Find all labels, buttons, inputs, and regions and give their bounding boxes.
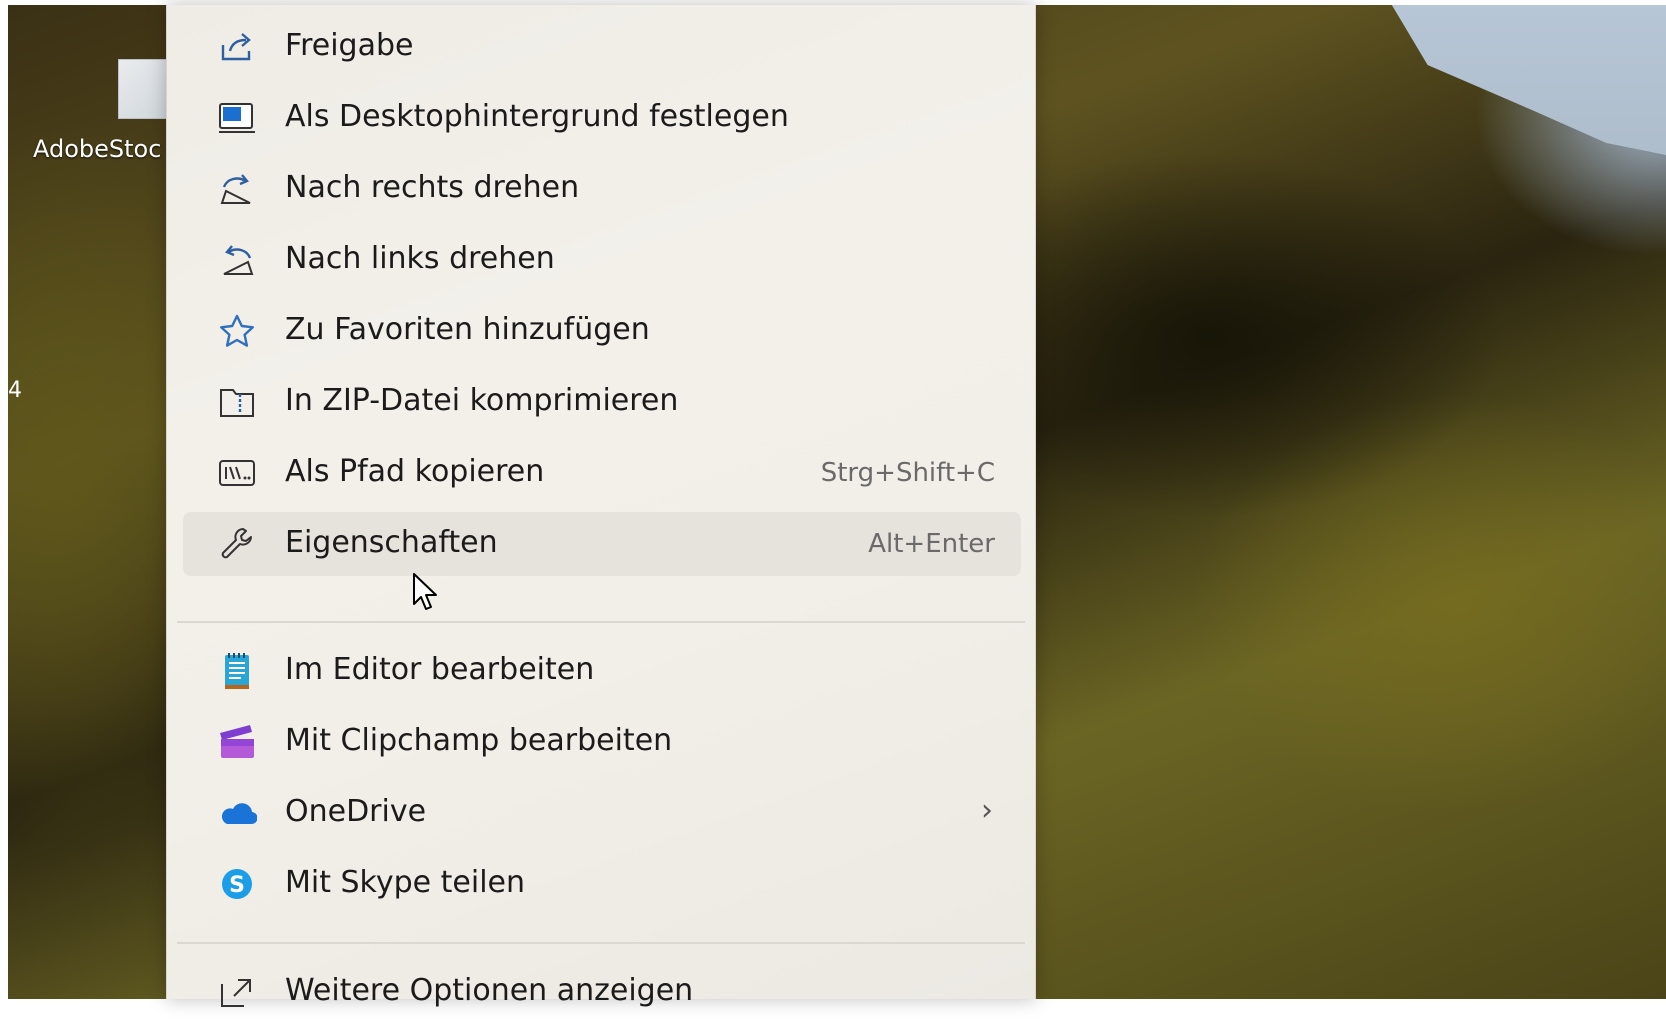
notepad-icon — [217, 653, 257, 689]
menu-item-share-with-skype[interactable]: S Mit Skype teilen — [183, 852, 1021, 916]
menu-item-onedrive[interactable]: OneDrive › — [183, 781, 1021, 845]
menu-item-label: Zu Favoriten hinzufügen — [285, 312, 650, 347]
menu-item-label: Freigabe — [285, 28, 414, 63]
desktop-icon-label[interactable]: AdobeStoc — [33, 135, 161, 163]
star-icon — [217, 313, 257, 349]
menu-item-properties[interactable]: Eigenschaften Alt+Enter — [183, 512, 1021, 576]
menu-item-shortcut: Alt+Enter — [868, 529, 995, 559]
share-icon — [217, 29, 257, 65]
menu-item-share[interactable]: Freigabe — [183, 15, 1021, 79]
menu-item-copy-as-path[interactable]: Als Pfad kopieren Strg+Shift+C — [183, 441, 1021, 505]
menu-item-rotate-left[interactable]: Nach links drehen — [183, 228, 1021, 292]
menu-item-label: Mit Skype teilen — [285, 865, 526, 900]
menu-separator — [177, 942, 1025, 944]
menu-item-edit-with-clipchamp[interactable]: Mit Clipchamp bearbeiten — [183, 710, 1021, 774]
menu-item-label: Eigenschaften — [285, 525, 498, 560]
menu-item-label: Als Pfad kopieren — [285, 454, 545, 489]
menu-item-show-more-options[interactable]: Weitere Optionen anzeigen — [183, 960, 1021, 1024]
mouse-cursor-icon — [412, 572, 440, 616]
image-thumbnail-icon — [118, 59, 172, 119]
desktop-file-icon[interactable] — [114, 59, 174, 119]
svg-text:S: S — [229, 873, 245, 898]
sky-area — [1391, 5, 1666, 155]
skype-icon: S — [217, 866, 257, 902]
menu-item-label: Mit Clipchamp bearbeiten — [285, 723, 673, 758]
rotate-left-icon — [217, 242, 257, 278]
menu-item-label: Als Desktophintergrund festlegen — [285, 99, 789, 134]
menu-item-edit-in-notepad[interactable]: Im Editor bearbeiten — [183, 639, 1021, 703]
more-options-icon — [217, 974, 257, 1010]
copy-path-icon — [217, 455, 257, 491]
zip-folder-icon — [217, 384, 257, 420]
desktop-edge-text: 4 — [8, 378, 22, 403]
wrench-icon — [217, 526, 257, 562]
menu-item-add-to-favorites[interactable]: Zu Favoriten hinzufügen — [183, 299, 1021, 363]
clipchamp-icon — [217, 724, 257, 760]
menu-item-set-desktop-background[interactable]: Als Desktophintergrund festlegen — [183, 86, 1021, 150]
menu-item-label: Weitere Optionen anzeigen — [285, 973, 694, 1008]
context-menu: Freigabe Als Desktophintergrund festlege… — [166, 5, 1036, 1008]
menu-separator — [177, 621, 1025, 623]
menu-item-shortcut: Strg+Shift+C — [820, 458, 995, 488]
rotate-right-icon — [217, 171, 257, 207]
menu-item-label: OneDrive — [285, 794, 427, 829]
chevron-right-icon: › — [981, 793, 993, 828]
menu-item-label: Im Editor bearbeiten — [285, 652, 595, 687]
menu-item-label: In ZIP-Datei komprimieren — [285, 383, 679, 418]
menu-item-label: Nach rechts drehen — [285, 170, 580, 205]
onedrive-icon — [217, 795, 257, 831]
menu-item-label: Nach links drehen — [285, 241, 555, 276]
menu-item-compress-zip[interactable]: In ZIP-Datei komprimieren — [183, 370, 1021, 434]
menu-item-rotate-right[interactable]: Nach rechts drehen — [183, 157, 1021, 221]
desktop-background-icon — [217, 100, 257, 136]
